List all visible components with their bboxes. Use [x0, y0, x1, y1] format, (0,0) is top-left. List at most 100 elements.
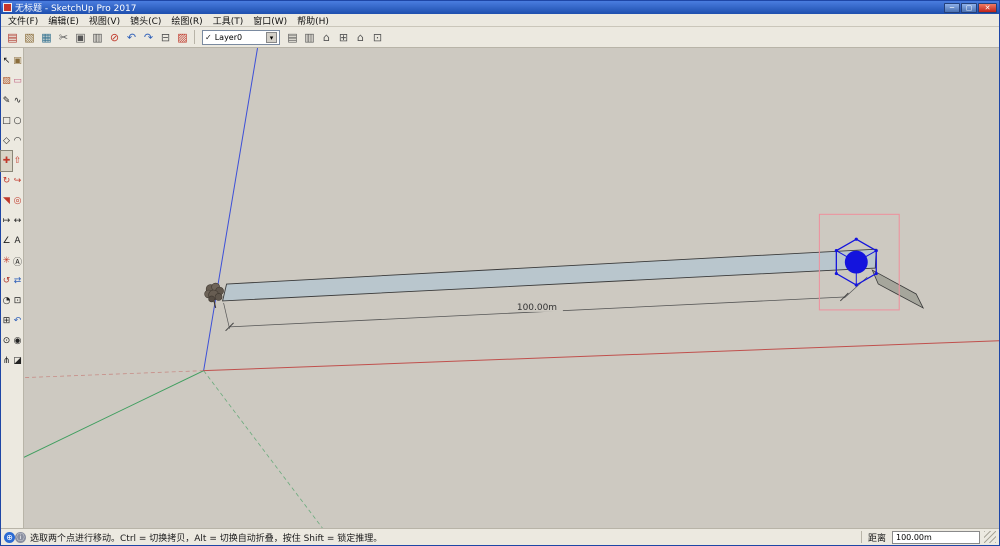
measurement-label: 距离 — [866, 531, 888, 544]
3d-text-tool[interactable]: Ⓐ — [12, 251, 23, 271]
select-tool[interactable]: ↖ — [1, 51, 12, 71]
sketchup-window: 无标题 - SketchUp Pro 2017 ─ ▢ ✕ 文件(F)编辑(E)… — [0, 0, 1000, 546]
new-icon[interactable]: ▤ — [4, 29, 21, 46]
text-tool[interactable]: A — [12, 231, 23, 251]
top-view-icon[interactable]: ⊞ — [335, 29, 352, 46]
layer-visible-check-icon: ✓ — [205, 33, 212, 42]
model-canvas: 100.00m — [24, 48, 999, 528]
paint-bucket-icon[interactable]: ▨ — [174, 29, 191, 46]
green-axis-dashed — [204, 371, 323, 528]
resize-grip[interactable] — [984, 531, 996, 543]
make-component-tool[interactable]: ▣ — [12, 51, 23, 71]
scale-tool[interactable]: ◥ — [1, 191, 12, 211]
green-axis — [24, 371, 204, 458]
follow-me-tool[interactable]: ↪ — [12, 171, 23, 191]
zoom-tool[interactable]: ◔ — [1, 291, 12, 311]
geolocation-icon[interactable]: ⊕ — [4, 532, 15, 543]
menu-help[interactable]: 帮助(H) — [292, 14, 334, 27]
red-axis — [204, 341, 999, 371]
position-camera-tool[interactable]: ⊙ — [1, 331, 12, 351]
maximize-button[interactable]: ▢ — [961, 3, 977, 13]
tool-palette: ↖▣▨▭✎∿□○◇◠✚⇧↻↪◥◎↦↔∠A✳Ⓐ↺⇄◔⊡⊞↶⊙◉⋔◪ — [1, 48, 24, 528]
window-title: 无标题 - SketchUp Pro 2017 — [15, 1, 941, 14]
dimension-tool[interactable]: ↔ — [12, 211, 23, 231]
look-around-tool[interactable]: ◉ — [12, 331, 23, 351]
close-button[interactable]: ✕ — [978, 3, 997, 13]
minimize-button[interactable]: ─ — [944, 3, 960, 13]
entity-info-icon[interactable]: ▥ — [301, 29, 318, 46]
copy-icon[interactable]: ▣ — [72, 29, 89, 46]
undo-icon[interactable]: ↶ — [123, 29, 140, 46]
axes-tool[interactable]: ✳ — [1, 251, 12, 271]
glyph: ▣ — [75, 31, 85, 44]
redo-icon[interactable]: ↷ — [140, 29, 157, 46]
ground-face[interactable] — [872, 270, 923, 308]
glyph: ⊡ — [373, 31, 382, 44]
menubar: 文件(F)编辑(E)视图(V)镜头(C)绘图(R)工具(T)窗口(W)帮助(H) — [1, 14, 999, 27]
menu-file[interactable]: 文件(F) — [3, 14, 43, 27]
glyph: ▨ — [177, 31, 187, 44]
offset-tool[interactable]: ◎ — [12, 191, 23, 211]
red-axis-dashed — [24, 371, 204, 378]
layer-name: Layer0 — [215, 33, 242, 42]
zoom-window-tool[interactable]: ⊡ — [12, 291, 23, 311]
credits-icon[interactable]: ⓘ — [15, 532, 26, 543]
app-icon — [3, 3, 12, 12]
glyph: ▤ — [7, 31, 17, 44]
orbit-tool[interactable]: ↺ — [1, 271, 12, 291]
status-hint: 选取两个点进行移动。Ctrl = 切换拷贝，Alt = 切换自动折叠，按住 Sh… — [30, 531, 857, 544]
walk-tool[interactable]: ⋔ — [1, 351, 12, 371]
measurement-input[interactable] — [892, 531, 980, 544]
move-tool[interactable]: ✚ — [1, 151, 12, 171]
zoom-extents-tool[interactable]: ⊞ — [1, 311, 12, 331]
tree-sketch[interactable] — [205, 283, 224, 308]
glyph: ⊞ — [339, 31, 348, 44]
layer-manager-icon[interactable]: ▤ — [284, 29, 301, 46]
toolbar: ▤▧▦✂▣▥⊘↶↷⊟▨ ✓ Layer0 ▾ ▤▥⌂⊞⌂⊡ — [1, 27, 999, 48]
protractor-tool[interactable]: ∠ — [1, 231, 12, 251]
circle-tool[interactable]: ○ — [12, 111, 23, 131]
menu-window[interactable]: 窗口(W) — [248, 14, 292, 27]
previous-view-tool[interactable]: ↶ — [12, 311, 23, 331]
glyph: ⌂ — [323, 31, 330, 44]
statusbar-separator — [861, 531, 862, 543]
dropdown-arrow-icon[interactable]: ▾ — [266, 32, 277, 43]
line-tool[interactable]: ✎ — [1, 91, 12, 111]
save-icon[interactable]: ▦ — [38, 29, 55, 46]
print-icon[interactable]: ⊟ — [157, 29, 174, 46]
arc-tool[interactable]: ◠ — [12, 131, 23, 151]
section-plane-tool[interactable]: ◪ — [12, 351, 23, 371]
pan-tool[interactable]: ⇄ — [12, 271, 23, 291]
layer-dropdown[interactable]: ✓ Layer0 ▾ — [202, 30, 280, 45]
rectangle-tool[interactable]: □ — [1, 111, 12, 131]
glyph: ✂ — [59, 31, 68, 44]
menu-draw[interactable]: 绘图(R) — [166, 14, 207, 27]
front-view-icon[interactable]: ⌂ — [352, 29, 369, 46]
tape-measure-tool[interactable]: ↦ — [1, 211, 12, 231]
freehand-tool[interactable]: ∿ — [12, 91, 23, 111]
eraser-tool[interactable]: ▭ — [12, 71, 23, 91]
push-pull-tool[interactable]: ⇧ — [12, 151, 23, 171]
dimension-text: 100.00m — [517, 303, 557, 313]
open-icon[interactable]: ▧ — [21, 29, 38, 46]
blue-axis — [204, 48, 258, 371]
cut-icon[interactable]: ✂ — [55, 29, 72, 46]
glyph: ⌂ — [357, 31, 364, 44]
glyph: ↶ — [127, 31, 136, 44]
side-view-icon[interactable]: ⊡ — [369, 29, 386, 46]
menu-tools[interactable]: 工具(T) — [208, 14, 249, 27]
menu-edit[interactable]: 编辑(E) — [43, 14, 84, 27]
glyph: ▧ — [24, 31, 34, 44]
paste-icon[interactable]: ▥ — [89, 29, 106, 46]
menu-camera[interactable]: 镜头(C) — [125, 14, 166, 27]
long-face[interactable] — [223, 249, 877, 301]
menu-view[interactable]: 视图(V) — [84, 14, 125, 27]
viewport[interactable]: 100.00m — [24, 48, 999, 528]
glyph: ⊘ — [110, 31, 119, 44]
rotate-tool[interactable]: ↻ — [1, 171, 12, 191]
iso-view-icon[interactable]: ⌂ — [318, 29, 335, 46]
polygon-tool[interactable]: ◇ — [1, 131, 12, 151]
delete-icon[interactable]: ⊘ — [106, 29, 123, 46]
paint-bucket-tool[interactable]: ▨ — [1, 71, 12, 91]
statusbar: ⊕ⓘ 选取两个点进行移动。Ctrl = 切换拷贝，Alt = 切换自动折叠，按住… — [1, 528, 999, 545]
